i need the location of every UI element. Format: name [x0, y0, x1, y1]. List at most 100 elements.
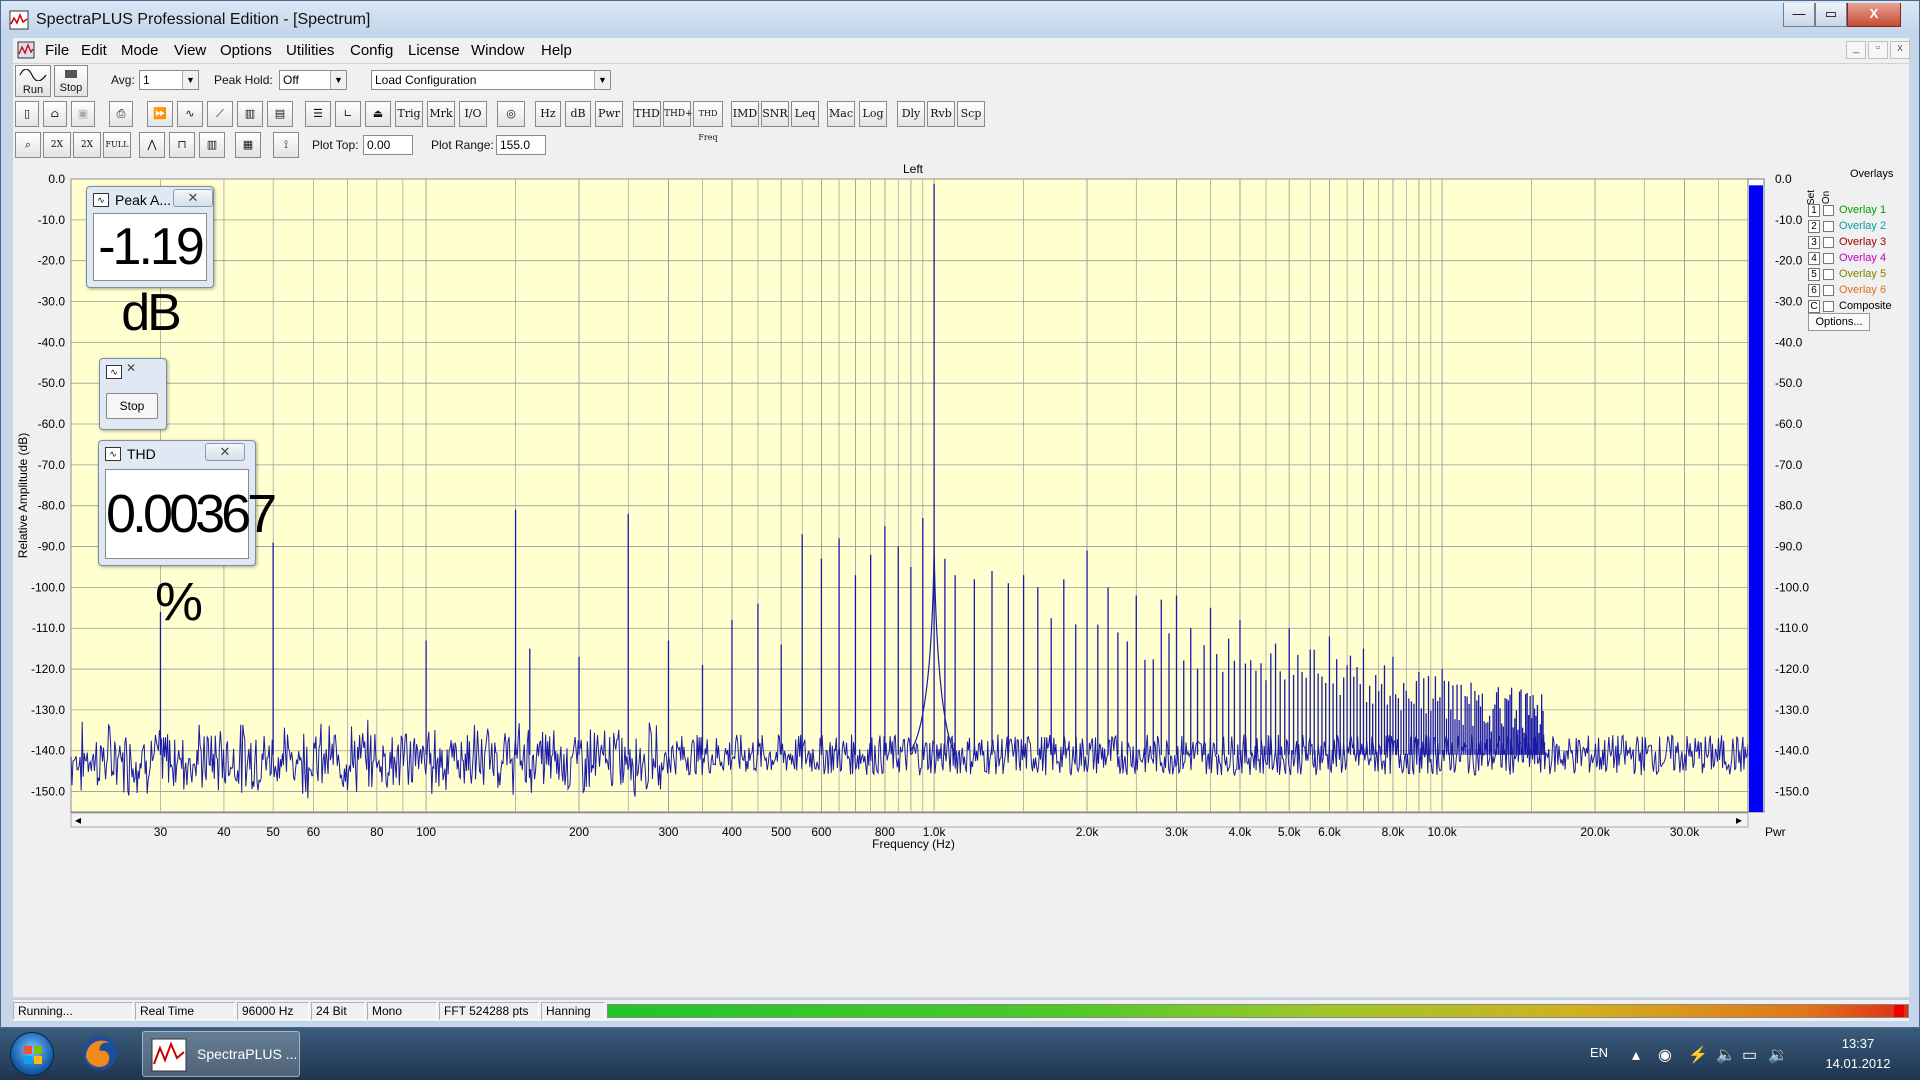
overlay-row[interactable]: 6 Overlay 6 — [1808, 284, 1908, 298]
overlay-set-button[interactable]: 1 — [1808, 204, 1820, 217]
close-icon[interactable]: ✕ — [205, 443, 245, 461]
db-button[interactable]: dB — [565, 101, 591, 127]
bars-icon[interactable]: ▥ — [199, 132, 225, 158]
chevron-up-icon[interactable]: ▴ — [1632, 1045, 1640, 1065]
run-button[interactable]: Run — [15, 65, 51, 97]
save-icon[interactable]: ▣ — [71, 101, 95, 127]
menu-license[interactable]: License — [408, 42, 460, 59]
close-icon[interactable]: ✕ — [173, 189, 213, 207]
start-button[interactable] — [10, 1032, 54, 1076]
octave-icon[interactable]: ⊓ — [169, 132, 195, 158]
zoom-full-button[interactable]: FULL — [103, 132, 131, 158]
overlay-checkbox[interactable] — [1823, 205, 1834, 216]
menu-options[interactable]: Options — [220, 42, 272, 59]
log-button[interactable]: Log — [859, 101, 887, 127]
menu-config[interactable]: Config — [350, 42, 393, 59]
new-file-icon[interactable]: ▯ — [15, 101, 39, 127]
stop-control-window[interactable]: ∿ ✕ Stop — [99, 358, 167, 430]
plot-range-input[interactable]: 155.0 — [496, 135, 546, 155]
print-icon[interactable]: ⎙ — [109, 101, 133, 127]
speaker-icon[interactable]: 🔈 — [1716, 1045, 1736, 1065]
clock[interactable]: 13:37 14.01.2012 — [1808, 1034, 1908, 1074]
power-icon[interactable]: ⚡ — [1688, 1045, 1708, 1065]
overlay-checkbox[interactable] — [1823, 221, 1834, 232]
overlay-checkbox[interactable] — [1823, 237, 1834, 248]
menu-mode[interactable]: Mode — [121, 42, 159, 59]
document-icon[interactable] — [17, 41, 35, 59]
overlay-set-button[interactable]: 4 — [1808, 252, 1820, 265]
axes-icon[interactable]: ∟ — [335, 101, 361, 127]
trigger-mode-icon[interactable]: ⏏ — [365, 101, 391, 127]
menu-utilities[interactable]: Utilities — [286, 42, 334, 59]
generator-icon[interactable]: ◎ — [497, 101, 525, 127]
overlay-row[interactable]: 5 Overlay 5 — [1808, 268, 1908, 282]
overlay-checkbox[interactable] — [1823, 253, 1834, 264]
volume-icon[interactable]: 🔉 — [1768, 1045, 1788, 1065]
menu-view[interactable]: View — [174, 42, 206, 59]
stop-button[interactable]: Stop — [106, 393, 158, 419]
overlay-checkbox[interactable] — [1823, 285, 1834, 296]
forward-icon[interactable]: ⏩ — [147, 101, 173, 127]
leq-button[interactable]: Leq — [791, 101, 819, 127]
peak-amplitude-window[interactable]: ∿ Peak A... ✕ -1.19 dB — [86, 186, 214, 342]
close-icon[interactable]: ✕ — [126, 361, 136, 375]
thd-window[interactable]: ∿ THD ✕ 0.00367 % — [98, 440, 277, 632]
menu-help[interactable]: Help — [541, 42, 572, 59]
overlay-row[interactable]: 2 Overlay 2 — [1808, 220, 1908, 234]
mac-button[interactable]: Mac — [827, 101, 855, 127]
minimize-button[interactable]: — — [1783, 3, 1815, 27]
overlay-set-button[interactable]: 2 — [1808, 220, 1820, 233]
io-button[interactable]: I/O — [459, 101, 487, 127]
overlay-options-button[interactable]: Options... — [1808, 313, 1870, 331]
overlay-row[interactable]: C Composite — [1808, 300, 1908, 314]
mdi-minimize-button[interactable]: _ — [1846, 41, 1866, 59]
taskbar-spectraplus[interactable]: SpectraPLUS ... — [142, 1031, 300, 1077]
thd-n-button[interactable]: THD+N — [663, 101, 700, 127]
imd-button[interactable]: IMD — [731, 101, 759, 127]
close-button[interactable]: X — [1847, 3, 1901, 27]
overlay-set-button[interactable]: 5 — [1808, 268, 1820, 281]
mdi-restore-button[interactable]: ▫ — [1868, 41, 1888, 59]
plot-top-input[interactable]: 0.00 — [363, 135, 413, 155]
thd-freq-button[interactable]: THD Freq — [693, 101, 723, 142]
stop-button[interactable]: Stop — [54, 65, 88, 97]
mrk-button[interactable]: Mrk — [427, 101, 455, 127]
menu-window[interactable]: Window — [471, 42, 524, 59]
zoom-icon[interactable]: ⌕ — [15, 132, 41, 158]
mdi-close-button[interactable]: x — [1890, 41, 1910, 59]
overlay-row[interactable]: 4 Overlay 4 — [1808, 252, 1908, 266]
pwr-button[interactable]: Pwr — [595, 101, 623, 127]
spectrum-chart[interactable]: 0.0 0.0 -10.0 -10.0 -20.0 -20.0 -30.0 -30.0 -40.… — [13, 162, 1909, 997]
maximize-button[interactable]: ▭ — [1815, 3, 1847, 27]
antivirus-icon[interactable]: ◉ — [1658, 1045, 1672, 1065]
overlay-row[interactable]: 3 Overlay 3 — [1808, 236, 1908, 250]
language-indicator[interactable]: EN — [1590, 1045, 1608, 1060]
ramp-icon[interactable]: ⟋ — [207, 101, 233, 127]
rvb-button[interactable]: Rvb — [927, 101, 955, 127]
trig-button[interactable]: Trig — [395, 101, 423, 127]
overlay-row[interactable]: 1 Overlay 1 — [1808, 204, 1908, 218]
3d-surface-icon[interactable]: ▤ — [267, 101, 293, 127]
overlay-set-button[interactable]: 3 — [1808, 236, 1820, 249]
peak-icon[interactable]: ⋀ — [139, 132, 165, 158]
peak-hold-select[interactable]: Off ▼ — [279, 70, 347, 90]
overlay-set-button[interactable]: C — [1808, 300, 1820, 313]
menu-file[interactable]: File — [45, 42, 69, 59]
open-folder-icon[interactable]: ⌂ — [43, 101, 67, 127]
zoom-out-2x-button[interactable]: 2X — [73, 132, 101, 158]
waveform-icon[interactable]: ∿ — [177, 101, 203, 127]
hz-button[interactable]: Hz — [535, 101, 561, 127]
load-configuration-select[interactable]: Load Configuration ▼ — [371, 70, 611, 90]
scp-button[interactable]: Scp — [957, 101, 985, 127]
thd-button[interactable]: THD — [633, 101, 661, 127]
spectrogram-icon[interactable]: ▥ — [237, 101, 263, 127]
menu-edit[interactable]: Edit — [81, 42, 107, 59]
overlay-checkbox[interactable] — [1823, 269, 1834, 280]
overlay-set-button[interactable]: 6 — [1808, 284, 1820, 297]
list-icon[interactable]: ☰ — [305, 101, 331, 127]
taskbar-firefox[interactable] — [78, 1031, 128, 1077]
zoom-in-2x-button[interactable]: 2X — [43, 132, 71, 158]
avg-select[interactable]: 1 ▼ — [139, 70, 199, 90]
dly-button[interactable]: Dly — [897, 101, 925, 127]
snr-button[interactable]: SNR — [761, 101, 789, 127]
